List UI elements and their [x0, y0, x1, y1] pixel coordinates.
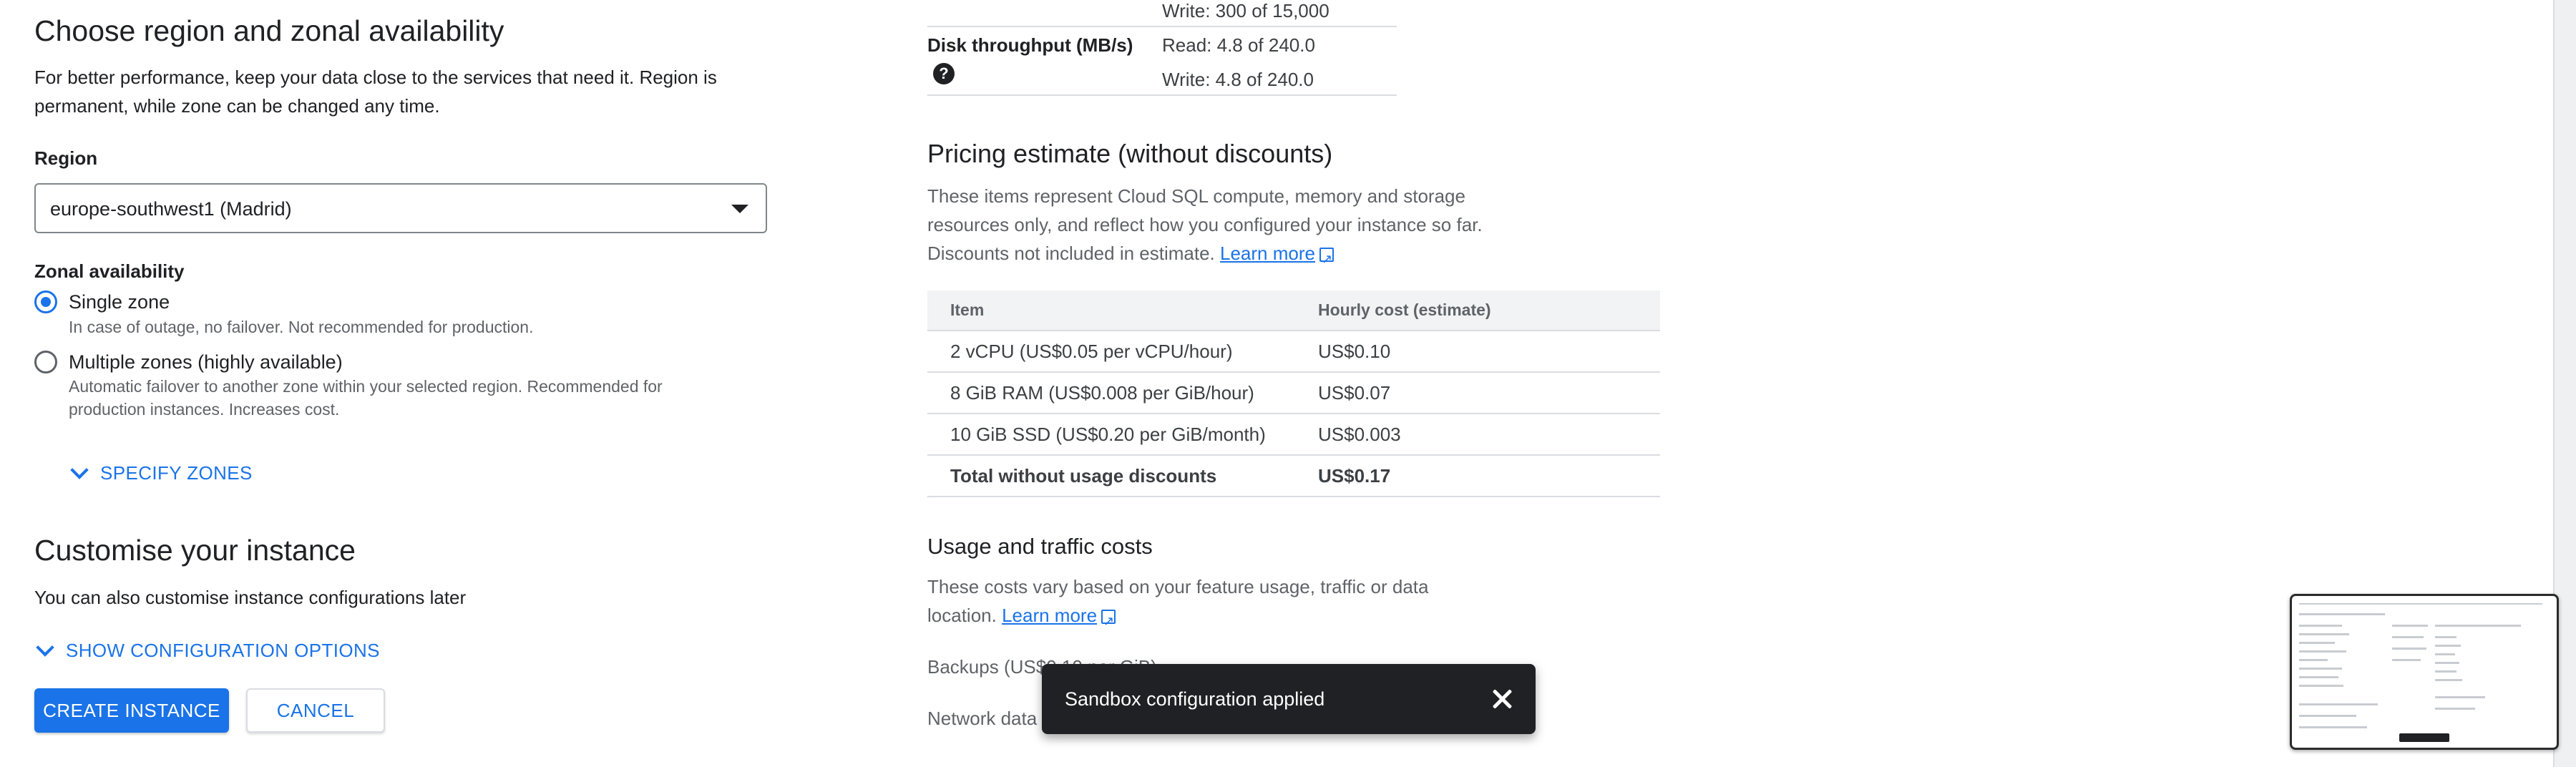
cancel-button[interactable]: CANCEL	[246, 688, 385, 733]
column-header-hourly-cost: Hourly cost (estimate)	[1295, 290, 1660, 331]
external-link-icon	[1101, 607, 1116, 635]
single-zone-radio[interactable]	[34, 290, 57, 313]
region-select-value: europe-southwest1 (Madrid)	[50, 198, 292, 220]
thumbnail-line	[2299, 715, 2356, 717]
throughput-write-value: Write: 4.8 of 240.0	[1162, 69, 1314, 90]
thumbnail-line	[2392, 625, 2428, 627]
multiple-zones-label: Multiple zones (highly available)	[69, 351, 343, 373]
table-row: 8 GiB RAM (US$0.008 per GiB/hour) US$0.0…	[927, 372, 1660, 414]
external-link-icon	[1319, 245, 1334, 273]
row-cost: US$0.10	[1295, 331, 1660, 373]
usage-traffic-title: Usage and traffic costs	[927, 534, 1153, 559]
thumbnail-line	[2435, 636, 2457, 638]
table-row: 2 vCPU (US$0.05 per vCPU/hour) US$0.10	[927, 331, 1660, 373]
thumbnail-line	[2435, 662, 2459, 664]
customise-section-description: You can also customise instance configur…	[34, 587, 467, 608]
thumbnail-line	[2392, 659, 2421, 661]
divider	[927, 26, 1397, 27]
pricing-description: These items represent Cloud SQL compute,…	[927, 182, 1485, 273]
thumbnail-line	[2392, 648, 2426, 650]
row-cost: US$0.07	[1295, 372, 1660, 414]
thumbnail-line	[2299, 650, 2346, 653]
region-section-title: Choose region and zonal availability	[34, 14, 504, 47]
thumbnail-line	[2435, 670, 2457, 673]
region-select[interactable]: europe-southwest1 (Madrid)	[34, 183, 767, 233]
network-data-text: Network data	[927, 708, 1038, 729]
region-section-description: For better performance, keep your data c…	[34, 67, 717, 117]
page-thumbnail-preview[interactable]	[2290, 594, 2559, 750]
thumbnail-line	[2435, 645, 2461, 647]
thumbnail-line	[2299, 633, 2349, 635]
close-icon[interactable]	[1490, 687, 1514, 711]
snackbar-message: Sandbox configuration applied	[1065, 688, 1325, 710]
help-circle-icon[interactable]: ?	[933, 63, 955, 84]
chevron-down-icon	[70, 460, 89, 479]
multiple-zones-help: Automatic failover to another zone withi…	[69, 377, 663, 419]
row-item: 10 GiB SSD (US$0.20 per GiB/month)	[927, 414, 1295, 456]
thumbnail-line	[2392, 636, 2424, 638]
disk-throughput-label: Disk throughput (MB/s)	[927, 34, 1133, 56]
thumbnail-line	[2299, 613, 2385, 615]
snackbar: Sandbox configuration applied	[1042, 664, 1536, 734]
specify-zones-label: SPECIFY ZONES	[100, 462, 253, 484]
table-row: 10 GiB SSD (US$0.20 per GiB/month) US$0.…	[927, 414, 1660, 456]
pricing-description-text: These items represent Cloud SQL compute,…	[927, 185, 1483, 264]
table-header-row: Item Hourly cost (estimate)	[927, 290, 1660, 331]
divider	[927, 94, 1397, 96]
total-item: Total without usage discounts	[927, 455, 1295, 497]
thumbnail-line	[2435, 696, 2485, 698]
show-configuration-options-button[interactable]: SHOW CONFIGURATION OPTIONS	[36, 637, 380, 662]
table-total-row: Total without usage discounts US$0.17	[927, 455, 1660, 497]
pricing-learn-more-link[interactable]: Learn more	[1220, 243, 1315, 264]
dropdown-arrow-icon	[731, 205, 748, 213]
single-zone-label: Single zone	[69, 291, 170, 313]
thumbnail-line	[2435, 625, 2521, 627]
specify-zones-button[interactable]: SPECIFY ZONES	[70, 460, 253, 484]
pricing-table: Item Hourly cost (estimate) 2 vCPU (US$0…	[927, 290, 1660, 497]
create-instance-button[interactable]: CREATE INSTANCE	[34, 688, 229, 733]
total-cost: US$0.17	[1295, 455, 1660, 497]
thumbnail-line	[2299, 625, 2342, 627]
iops-write-value: Write: 300 of 15,000	[1162, 0, 1330, 21]
thumbnail-line	[2435, 679, 2462, 681]
region-label: Region	[34, 147, 98, 169]
thumbnail-line	[2299, 703, 2378, 705]
cloud-sql-create-instance-page: Choose region and zonal availability For…	[0, 0, 2576, 767]
pricing-estimate-title: Pricing estimate (without discounts)	[927, 139, 1333, 168]
thumbnail-line	[2299, 642, 2335, 644]
row-item: 8 GiB RAM (US$0.008 per GiB/hour)	[927, 372, 1295, 414]
thumbnail-line	[2435, 653, 2455, 655]
thumbnail-line	[2299, 603, 2542, 605]
thumbnail-line	[2299, 726, 2367, 728]
thumbnail-snackbar	[2399, 733, 2449, 742]
chevron-down-icon	[36, 637, 54, 657]
thumbnail-line	[2299, 668, 2342, 670]
thumbnail-line	[2435, 708, 2475, 710]
customise-section-title: Customise your instance	[34, 534, 356, 567]
single-zone-help: In case of outage, no failover. Not reco…	[69, 318, 534, 336]
usage-learn-more-link[interactable]: Learn more	[1002, 605, 1097, 626]
thumbnail-line	[2299, 685, 2343, 687]
thumbnail-line	[2299, 659, 2328, 661]
thumbnail-line	[2299, 676, 2338, 678]
usage-description: These costs vary based on your feature u…	[927, 572, 1485, 635]
column-header-item: Item	[927, 290, 1295, 331]
zonal-availability-label: Zonal availability	[34, 260, 185, 282]
throughput-read-value: Read: 4.8 of 240.0	[1162, 34, 1315, 56]
row-cost: US$0.003	[1295, 414, 1660, 456]
show-configuration-options-label: SHOW CONFIGURATION OPTIONS	[66, 640, 380, 661]
multiple-zones-radio[interactable]	[34, 351, 57, 373]
row-item: 2 vCPU (US$0.05 per vCPU/hour)	[927, 331, 1295, 373]
